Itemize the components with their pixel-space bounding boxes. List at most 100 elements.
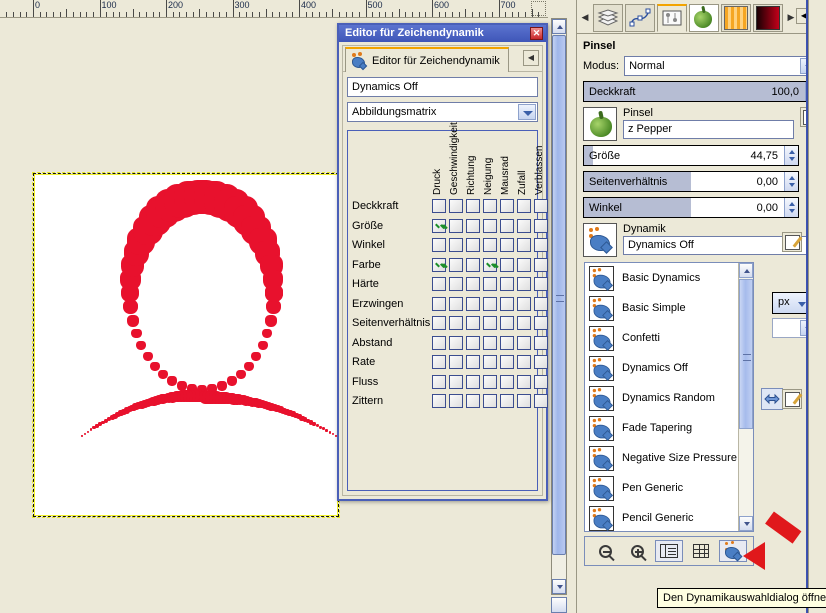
matrix-checkbox[interactable] [449, 277, 463, 291]
tool-options-dock[interactable]: ◀ ▶ ◀ Pinsel Modus: Normal Deckkraft 100… [576, 0, 826, 613]
collapse-tab-icon[interactable]: ◀ [523, 50, 539, 66]
matrix-checkbox[interactable] [500, 218, 514, 233]
dynamics-list[interactable]: Basic Dynamics Basic Simple Confetti Dynami… [585, 263, 737, 531]
matrix-checkbox[interactable] [500, 199, 514, 213]
matrix-checkbox[interactable] [483, 296, 497, 311]
matrix-checkbox[interactable] [483, 257, 497, 272]
matrix-checkbox[interactable] [534, 335, 548, 350]
list-item[interactable]: Basic Simple [585, 293, 737, 323]
image-canvas[interactable] [32, 172, 340, 518]
matrix-checkbox[interactable] [483, 355, 497, 369]
matrix-checkbox[interactable] [449, 199, 463, 213]
matrix-checkbox[interactable] [483, 374, 497, 389]
right-toolbar-strip[interactable]: ⚟ ± ⚟ [808, 0, 826, 613]
matrix-checkbox[interactable] [466, 316, 480, 330]
dynamics-list-scrollbar[interactable] [738, 263, 753, 531]
zoom-follow-window-icon[interactable] [531, 1, 546, 16]
matrix-checkbox[interactable] [449, 238, 463, 252]
dynamics-mapping-matrix[interactable]: Druck Geschwindigkeit Richtung Neigung Mausr… [347, 122, 548, 491]
matrix-checkbox[interactable] [432, 394, 446, 408]
matrix-checkbox[interactable] [483, 199, 497, 213]
matrix-checkbox[interactable] [483, 238, 497, 252]
size-stepper[interactable] [784, 146, 798, 165]
dynamics-scroll-thumb[interactable] [739, 279, 753, 429]
list-item[interactable]: Dynamics Off [585, 353, 737, 383]
matrix-checkbox[interactable] [517, 257, 531, 272]
matrix-checkbox[interactable] [449, 335, 463, 350]
view-mode-select[interactable]: Abbildungsmatrix [347, 102, 538, 122]
angle-stepper[interactable] [784, 198, 798, 217]
gradients-tab[interactable] [753, 3, 783, 32]
layers-tab[interactable] [593, 3, 623, 32]
matrix-checkbox[interactable] [534, 218, 548, 233]
matrix-checkbox[interactable] [500, 394, 514, 408]
matrix-checkbox[interactable] [432, 355, 446, 369]
matrix-checkbox[interactable] [449, 394, 463, 408]
canvas-vertical-scrollbar[interactable] [551, 18, 567, 595]
matrix-checkbox[interactable] [432, 218, 446, 233]
matrix-checkbox[interactable] [517, 316, 531, 330]
matrix-checkbox[interactable] [534, 277, 548, 291]
dock-tabstrip[interactable]: ◀ ▶ ◀ [577, 0, 826, 34]
zoom-in-button[interactable] [623, 540, 651, 562]
dynamics-editor-dialog[interactable]: Editor für Zeichendynamik ✕ Editor für Z… [337, 23, 548, 501]
aspect-slider[interactable]: Seitenverhältnis 0,00 [583, 171, 799, 192]
matrix-checkbox[interactable] [432, 316, 446, 330]
size-slider[interactable]: Größe 44,75 [583, 145, 799, 166]
dynamics-popup-list[interactable]: Basic Dynamics Basic Simple Confetti Dynami… [584, 262, 754, 532]
patterns-tab[interactable] [721, 3, 751, 32]
swap-colors-icon[interactable] [761, 388, 783, 410]
matrix-checkbox[interactable] [500, 238, 514, 252]
matrix-checkbox[interactable] [466, 257, 480, 272]
matrix-checkbox[interactable] [449, 218, 463, 233]
list-item[interactable]: Basic Dynamics [585, 263, 737, 293]
matrix-checkbox[interactable] [466, 238, 480, 252]
edit-dynamics-icon[interactable] [782, 232, 802, 252]
matrix-checkbox[interactable] [500, 296, 514, 311]
matrix-checkbox[interactable] [517, 296, 531, 311]
matrix-checkbox[interactable] [466, 296, 480, 311]
brushes-tab[interactable] [689, 3, 719, 32]
list-item[interactable]: Negative Size Pressure [585, 443, 737, 473]
paint-mode-select[interactable]: Normal [624, 56, 820, 76]
grid-view-button[interactable] [687, 540, 715, 562]
matrix-checkbox[interactable] [500, 277, 514, 291]
list-item[interactable]: Confetti [585, 323, 737, 353]
brush-thumbnail[interactable] [583, 107, 617, 141]
list-item[interactable]: Pen Generic [585, 473, 737, 503]
horizontal-ruler[interactable]: 0 100 200 300 400 500 600 700 [0, 0, 548, 18]
matrix-checkbox[interactable] [432, 199, 446, 213]
paths-tab[interactable] [625, 3, 655, 32]
matrix-checkbox[interactable] [534, 199, 548, 213]
matrix-checkbox[interactable] [432, 374, 446, 389]
matrix-checkbox[interactable] [449, 374, 463, 389]
brush-name-field[interactable]: z Pepper [623, 120, 794, 139]
dynamics-name-input[interactable]: Dynamics Off [347, 77, 538, 97]
matrix-checkbox[interactable] [500, 316, 514, 330]
matrix-checkbox[interactable] [534, 355, 548, 369]
matrix-checkbox[interactable] [500, 355, 514, 369]
matrix-checkbox[interactable] [517, 238, 531, 252]
matrix-checkbox[interactable] [466, 335, 480, 350]
canvas-navigation-button[interactable] [551, 597, 567, 613]
matrix-checkbox[interactable] [432, 277, 446, 291]
matrix-checkbox[interactable] [517, 277, 531, 291]
matrix-checkbox[interactable] [432, 296, 446, 311]
matrix-checkbox[interactable] [517, 335, 531, 350]
matrix-checkbox[interactable] [432, 335, 446, 350]
opacity-slider[interactable]: Deckkraft 100,0 [583, 81, 820, 102]
aspect-stepper[interactable] [784, 172, 798, 191]
scroll-down-button[interactable] [552, 579, 566, 594]
matrix-checkbox[interactable] [449, 296, 463, 311]
close-icon[interactable]: ✕ [530, 27, 543, 40]
scroll-up-icon[interactable] [739, 263, 753, 278]
matrix-checkbox[interactable] [466, 355, 480, 369]
matrix-checkbox[interactable] [500, 374, 514, 389]
dynamics-thumbnail[interactable] [583, 223, 617, 257]
list-view-button[interactable] [655, 540, 683, 562]
matrix-checkbox[interactable] [483, 316, 497, 330]
list-item[interactable]: Dynamics Random [585, 383, 737, 413]
edit-tool-preset-icon[interactable] [782, 389, 802, 409]
matrix-checkbox[interactable] [466, 218, 480, 233]
matrix-checkbox[interactable] [483, 335, 497, 350]
